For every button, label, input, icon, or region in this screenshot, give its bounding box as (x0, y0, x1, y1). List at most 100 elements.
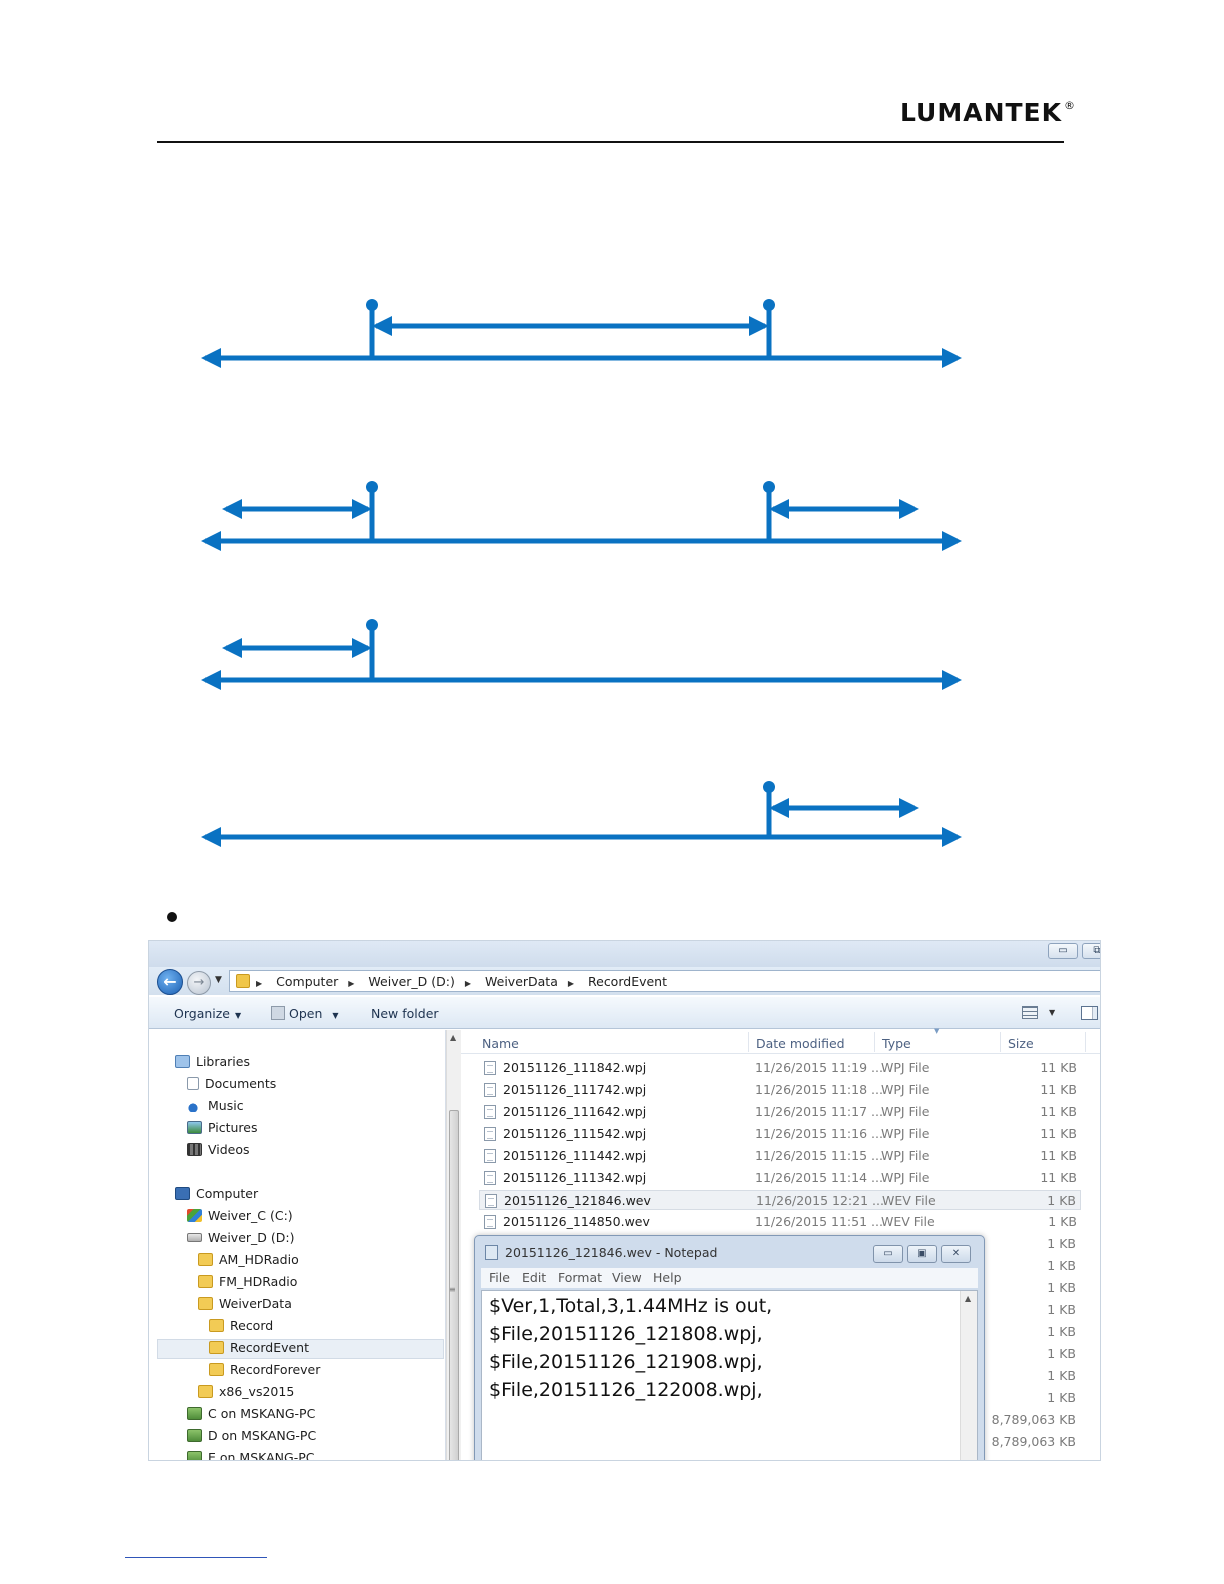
file-row[interactable]: 20151126_111542.wpj 11/26/2015 11:16 ... W… (479, 1124, 1081, 1144)
tree-item-weiverdata[interactable]: WeiverData (198, 1296, 292, 1316)
tree-item-label: D on MSKANG-PC (208, 1428, 317, 1443)
menu-edit[interactable]: Edit (522, 1270, 546, 1285)
tree-item-libraries[interactable]: Libraries (175, 1054, 250, 1074)
organize-button[interactable]: Organize ▼ (174, 1006, 241, 1021)
view-options-icon[interactable] (1022, 1006, 1038, 1019)
tree-item-drive-c[interactable]: Weiver_C (C:) (187, 1208, 293, 1228)
tree-item-label: FM_HDRadio (219, 1274, 298, 1289)
menu-format[interactable]: Format (558, 1270, 602, 1285)
forward-arrow-icon[interactable]: → (187, 971, 211, 995)
menu-file[interactable]: File (489, 1270, 510, 1285)
file-row[interactable]: 20151126_111842.wpj 11/26/2015 11:19 ... W… (479, 1058, 1081, 1078)
tree-item-computer[interactable]: Computer (175, 1186, 258, 1206)
file-name: 20151126_111442.wpj (503, 1148, 647, 1163)
menu-view[interactable]: View (612, 1270, 642, 1285)
close-button[interactable]: ✕ (941, 1245, 971, 1263)
folder-icon (198, 1297, 213, 1310)
tree-item-label: E on MSKANG-PC (208, 1450, 315, 1461)
file-icon (484, 1149, 496, 1163)
tree-item-recordevent[interactable]: RecordEvent (157, 1339, 444, 1359)
file-size: 11 KB (1040, 1060, 1077, 1075)
tree-item-documents[interactable]: Documents (187, 1076, 276, 1096)
column-date-modified[interactable]: Date modified (756, 1036, 845, 1051)
file-row[interactable]: 20151126_114850.wev 11/26/2015 11:51 ... W… (479, 1212, 1081, 1232)
tree-item-label: C on MSKANG-PC (208, 1406, 316, 1421)
restore-button[interactable]: ⧉ (1082, 943, 1100, 959)
column-divider[interactable] (874, 1032, 875, 1052)
network-drive-icon (187, 1407, 202, 1420)
file-date: 11/26/2015 11:19 ... (755, 1060, 883, 1075)
minimize-button[interactable]: ▭ (873, 1245, 903, 1263)
file-icon (484, 1127, 496, 1141)
timeline-2-dot-right (763, 481, 775, 493)
scroll-up-icon[interactable]: ▲ (450, 1033, 456, 1042)
breadcrumb-drive-d[interactable]: Weiver_D (D:) (368, 974, 454, 989)
breadcrumb-weiverdata[interactable]: WeiverData (485, 974, 558, 989)
preview-pane-icon[interactable] (1081, 1006, 1098, 1020)
footer-link-underline[interactable] (125, 1557, 267, 1558)
tree-item-drive-d[interactable]: Weiver_D (D:) (187, 1230, 294, 1250)
file-row-selected[interactable]: 20151126_121846.wev 11/26/2015 12:21 ... W… (479, 1190, 1081, 1210)
file-date: 11/26/2015 11:17 ... (755, 1104, 883, 1119)
tree-item-d-on-mskang[interactable]: D on MSKANG-PC (187, 1428, 316, 1448)
file-date: 11/26/2015 11:15 ... (755, 1148, 883, 1163)
library-icon (175, 1055, 190, 1068)
breadcrumb-separator-icon[interactable]: ▶ (348, 979, 354, 988)
tree-item-c-on-mskang[interactable]: C on MSKANG-PC (187, 1406, 315, 1426)
column-size[interactable]: Size (1008, 1036, 1034, 1051)
tree-item-label: Documents (205, 1076, 277, 1091)
breadcrumb-separator-icon[interactable]: ▶ (465, 979, 471, 988)
breadcrumb-computer[interactable]: Computer (276, 974, 338, 989)
chevron-down-icon[interactable]: ▼ (1049, 1008, 1055, 1017)
file-row[interactable]: 20151126_111442.wpj 11/26/2015 11:15 ... W… (479, 1146, 1081, 1166)
tree-item-fm-hdradio[interactable]: FM_HDRadio (198, 1274, 297, 1294)
breadcrumb-separator-icon[interactable]: ▶ (256, 979, 262, 988)
address-field[interactable]: ▶ Computer ▶ Weiver_D (D:) ▶ WeiverData … (229, 970, 1100, 992)
tree-item-recordforever[interactable]: RecordForever (209, 1362, 320, 1382)
notepad-window[interactable]: 20151126_121846.wev - Notepad ▭ ▣ ✕ File… (474, 1235, 985, 1460)
back-arrow-icon[interactable]: ← (157, 969, 183, 995)
file-row[interactable]: 20151126_111742.wpj 11/26/2015 11:18 ... W… (479, 1080, 1081, 1100)
breadcrumb-separator-icon[interactable]: ▶ (568, 979, 574, 988)
tree-item-music[interactable]: Music (187, 1098, 244, 1118)
menu-help[interactable]: Help (653, 1270, 682, 1285)
chevron-down-icon: ▼ (332, 1011, 339, 1020)
tree-item-e-on-mskang[interactable]: E on MSKANG-PC (187, 1450, 315, 1461)
file-size: 11 KB (1040, 1170, 1077, 1185)
notepad-text-area[interactable]: $Ver,1,Total,3,1.44MHz is out, $File,201… (481, 1290, 978, 1460)
file-row[interactable]: 20151126_111342.wpj 11/26/2015 11:14 ... W… (479, 1168, 1081, 1188)
tree-item-label: Weiver_D (D:) (208, 1230, 295, 1245)
folder-icon (209, 1363, 224, 1376)
column-divider[interactable] (1085, 1032, 1086, 1052)
maximize-button[interactable]: ▣ (907, 1245, 937, 1263)
file-row[interactable]: 20151126_111642.wpj 11/26/2015 11:17 ... W… (479, 1102, 1081, 1122)
tree-item-record[interactable]: Record (209, 1318, 273, 1338)
breadcrumb-recordevent[interactable]: RecordEvent (588, 974, 667, 989)
tree-item-label: Libraries (196, 1054, 250, 1069)
file-name: 20151126_111842.wpj (503, 1060, 647, 1075)
history-dropdown-icon[interactable]: ▼ (215, 975, 222, 985)
file-date: 11/26/2015 11:14 ... (755, 1170, 883, 1185)
tree-item-pictures[interactable]: Pictures (187, 1120, 258, 1140)
timeline-diagram (201, 299, 962, 847)
network-drive-icon (187, 1451, 202, 1460)
tree-item-x86-vs2015[interactable]: x86_vs2015 (198, 1384, 294, 1404)
column-name[interactable]: Name (482, 1036, 519, 1051)
notepad-scrollbar[interactable]: ▲ (960, 1291, 977, 1460)
column-type[interactable]: Type (882, 1036, 911, 1051)
folder-icon (209, 1319, 224, 1332)
tree-item-label: Pictures (208, 1120, 258, 1135)
tree-item-am-hdradio[interactable]: AM_HDRadio (198, 1252, 299, 1272)
file-type: WPJ File (881, 1104, 930, 1119)
minimize-button[interactable]: ▭ (1048, 943, 1078, 959)
bullet-point (167, 912, 177, 922)
new-folder-button[interactable]: New folder (371, 1006, 439, 1021)
scroll-up-icon[interactable]: ▲ (965, 1294, 971, 1303)
open-button[interactable]: Open ▼ (271, 1006, 339, 1021)
column-divider[interactable] (1000, 1032, 1001, 1052)
navigation-pane: Libraries Documents Music Pictures Video… (149, 1030, 446, 1461)
navigation-scrollbar[interactable]: ▲ ≡ (446, 1030, 461, 1460)
file-name: 20151126_111342.wpj (503, 1170, 647, 1185)
column-divider[interactable] (748, 1032, 749, 1052)
tree-item-videos[interactable]: Videos (187, 1142, 250, 1162)
